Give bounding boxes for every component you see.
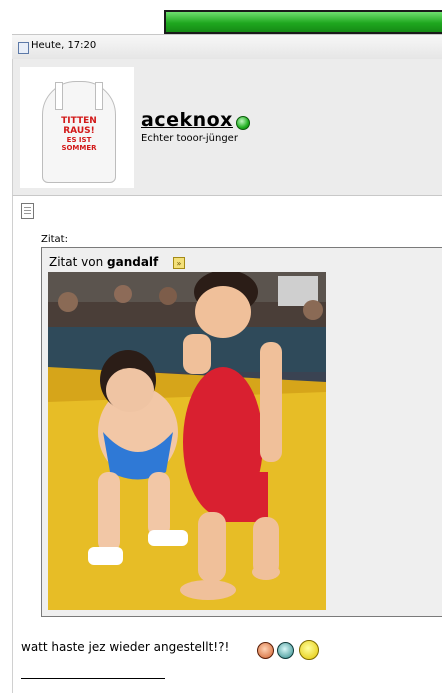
user-title: Echter tooor-jünger — [141, 133, 238, 144]
post-icon — [21, 203, 34, 219]
post-message: watt haste jez wieder angestellt!?! — [21, 640, 230, 654]
quote-prefix: Zitat von — [49, 255, 104, 269]
header-tab[interactable] — [166, 12, 442, 32]
angry-smiley-icon — [257, 642, 274, 659]
grin-smiley-icon — [277, 642, 294, 659]
shirt-strap — [95, 82, 103, 110]
user-info: TITTEN RAUS! ES IST SOMMER aceknox Echte… — [12, 59, 442, 196]
quote-source-author: gandalf — [107, 255, 159, 269]
doc-icon — [18, 42, 29, 54]
avatar-text-line: TITTEN — [61, 116, 97, 126]
quote-box: Zitat von gandalf » — [41, 247, 442, 617]
dizzy-smiley-icon — [299, 640, 319, 660]
quote-label: Zitat: — [41, 234, 68, 245]
post-timestamp: Heute, 17:20 — [31, 40, 97, 51]
username-link[interactable]: aceknox — [141, 109, 233, 131]
avatar-text-line: ES IST — [66, 136, 92, 144]
quote-header: Zitat von gandalf — [49, 255, 158, 269]
quoted-image — [48, 272, 326, 610]
post-body: Zitat: Zitat von gandalf » watt haste je… — [12, 196, 442, 693]
avatar-text-line: SOMMER — [61, 144, 97, 152]
avatar-shirt: TITTEN RAUS! ES IST SOMMER — [42, 81, 116, 183]
online-status-icon — [236, 116, 250, 130]
quoted-image-photo — [48, 272, 326, 610]
shirt-strap — [55, 82, 63, 110]
signature-divider — [21, 678, 165, 679]
goto-post-icon[interactable]: » — [173, 257, 185, 269]
avatar[interactable]: TITTEN RAUS! ES IST SOMMER — [20, 67, 134, 188]
post-date-bar: Heute, 17:20 — [12, 34, 442, 60]
avatar-text: TITTEN RAUS! ES IST SOMMER — [43, 116, 115, 152]
top-bar — [0, 0, 442, 34]
avatar-text-line: RAUS! — [63, 126, 95, 136]
